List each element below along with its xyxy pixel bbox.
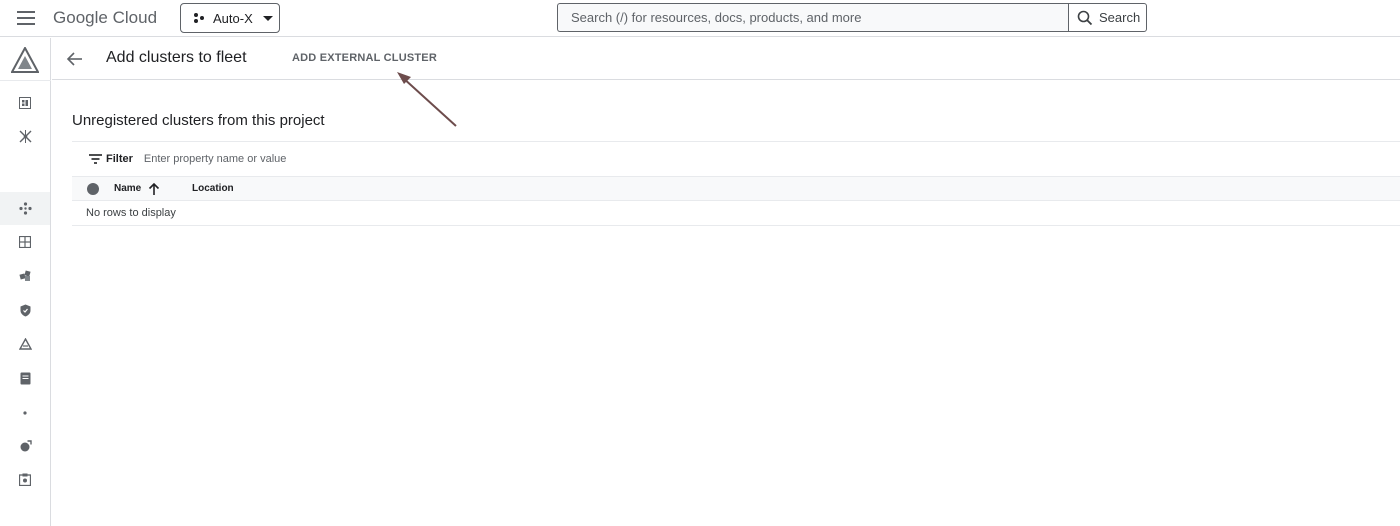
project-icon (194, 13, 204, 23)
sort-ascending-icon[interactable] (148, 182, 160, 195)
deploy-icon[interactable] (17, 336, 33, 352)
filter-bar: Filter (72, 141, 1400, 176)
side-nav (0, 38, 51, 526)
empty-message: No rows to display (86, 207, 176, 219)
fleet-icon (18, 202, 32, 215)
project-picker-button[interactable]: Auto-X (180, 3, 280, 33)
dot-icon[interactable] (17, 405, 33, 421)
search-button-label: Search (1099, 10, 1141, 25)
logo-cloud-text: Cloud (112, 8, 158, 27)
annotation-arrow-icon (397, 72, 457, 127)
table-empty-row: No rows to display (72, 201, 1400, 226)
column-header-location[interactable]: Location (192, 183, 234, 194)
page-header: Add clusters to fleet ADD EXTERNAL CLUST… (52, 38, 1400, 80)
hub-icon[interactable] (17, 128, 33, 144)
project-name: Auto-X (213, 10, 253, 26)
back-arrow-icon[interactable] (66, 50, 84, 68)
column-header-name[interactable]: Name (114, 183, 141, 194)
page-title: Add clusters to fleet (106, 49, 247, 66)
table-header: Name Location (72, 176, 1400, 201)
divider (0, 80, 51, 81)
section-title: Unregistered clusters from this project (72, 112, 325, 129)
sidebar-item-fleet[interactable] (0, 192, 50, 225)
product-logo-icon[interactable] (11, 47, 39, 73)
select-all-checkbox[interactable] (87, 183, 99, 195)
policy-icon[interactable] (17, 438, 33, 454)
filter-label: Filter (106, 153, 133, 165)
search-button[interactable]: Search (1068, 3, 1147, 32)
marketplace-icon[interactable] (17, 471, 33, 487)
dashboard-icon[interactable] (17, 95, 33, 111)
filter-input[interactable] (143, 153, 544, 165)
logo-google-text: Google (53, 8, 108, 27)
doc-icon[interactable] (17, 370, 33, 386)
grid-icon[interactable] (17, 234, 33, 250)
top-bar: Google Cloud Auto-X Search (0, 0, 1400, 37)
filter-icon[interactable] (89, 154, 102, 164)
main-menu-icon[interactable] (17, 11, 35, 25)
search-field[interactable] (557, 3, 1069, 32)
shield-icon[interactable] (17, 302, 33, 318)
search-icon (1077, 10, 1093, 25)
add-external-cluster-button[interactable]: ADD EXTERNAL CLUSTER (292, 52, 437, 64)
modules-icon[interactable] (17, 268, 33, 284)
google-cloud-logo[interactable]: Google Cloud (53, 8, 157, 28)
search-input[interactable] (571, 10, 1069, 25)
chevron-down-icon (262, 15, 273, 21)
